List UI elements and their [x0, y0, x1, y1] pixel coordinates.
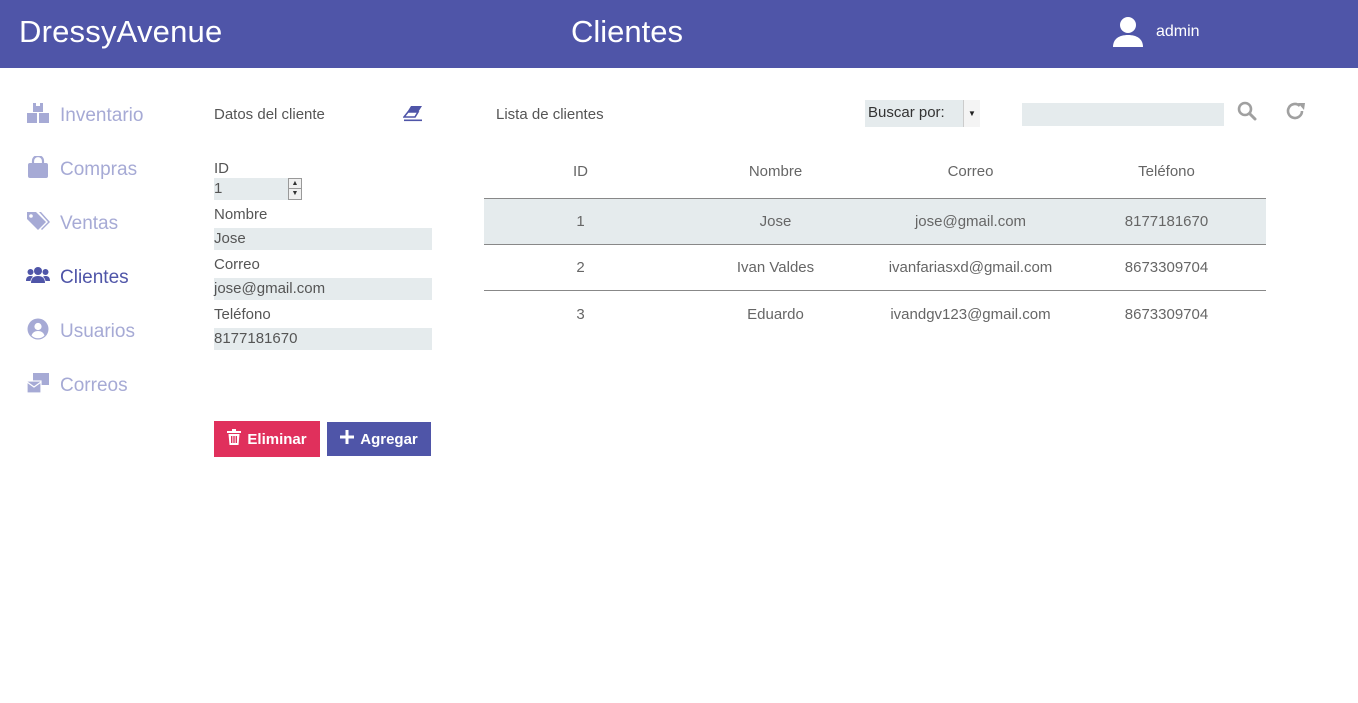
mail-bulk-icon [26, 372, 50, 400]
cell-telefono: 8673309704 [1124, 259, 1209, 276]
users-icon [26, 264, 50, 292]
telefono-field[interactable]: 8177181670 [214, 328, 432, 350]
sidebar-item-label: Usuarios [60, 321, 135, 342]
client-form: Datos del cliente ID 1 ▲ ▼ Nombre Jose C… [214, 100, 434, 350]
user-name: admin [1156, 23, 1200, 40]
list-title: Lista de clientes [496, 106, 604, 123]
cell-telefono: 8673309704 [1124, 305, 1209, 323]
tags-icon [26, 210, 50, 238]
cell-correo: jose@gmail.com [914, 213, 1027, 230]
cell-correo: ivanfariasxd@gmail.com [888, 259, 1053, 276]
user-icon [1112, 16, 1144, 48]
sidebar-item-label: Compras [60, 159, 138, 180]
correo-label: Correo [214, 256, 260, 273]
form-title: Datos del cliente [214, 106, 325, 123]
search-by-select[interactable]: Buscar por: ▼ [865, 100, 980, 127]
sidebar-item-label: Ventas [60, 213, 119, 234]
table-row[interactable]: 1 Jose jose@gmail.com 8177181670 [484, 199, 1266, 245]
sidebar-item-usuarios[interactable]: Usuarios [26, 305, 196, 359]
delete-button[interactable]: Eliminar [214, 421, 320, 457]
clients-table: ID Nombre Correo Teléfono 1 Jose jose@gm… [484, 145, 1266, 337]
column-header-id[interactable]: ID [484, 163, 677, 180]
cell-nombre: Ivan Valdes [736, 259, 815, 276]
sidebar-item-label: Clientes [60, 267, 129, 288]
correo-field[interactable]: jose@gmail.com [214, 278, 432, 300]
search-icon[interactable] [1237, 101, 1257, 126]
id-label: ID [214, 160, 229, 177]
sidebar-item-compras[interactable]: Compras [26, 143, 196, 197]
boxes-icon [26, 102, 50, 130]
refresh-icon[interactable] [1285, 101, 1307, 126]
cell-id: 1 [576, 213, 585, 230]
cell-nombre: Eduardo [747, 305, 804, 323]
table-header: ID Nombre Correo Teléfono [484, 145, 1266, 199]
add-label: Agregar [360, 430, 418, 448]
sidebar: Inventario Compras Ventas Clientes Usuar… [26, 89, 196, 413]
eraser-icon[interactable] [402, 104, 423, 127]
shopping-bag-icon [26, 154, 50, 184]
user-circle-icon [26, 318, 50, 346]
nombre-field[interactable]: Jose [214, 228, 432, 250]
stepper-down-icon[interactable]: ▼ [289, 189, 301, 199]
id-field[interactable]: 1 ▲ ▼ [214, 178, 302, 200]
telefono-label: Teléfono [214, 306, 271, 323]
cell-id: 2 [576, 259, 585, 276]
sidebar-item-ventas[interactable]: Ventas [26, 197, 196, 251]
column-header-nombre[interactable]: Nombre [677, 163, 874, 180]
app-header: DressyAvenue Clientes admin [0, 0, 1358, 68]
table-row[interactable]: 2 Ivan Valdes ivanfariasxd@gmail.com 867… [484, 245, 1266, 291]
search-input[interactable] [1022, 103, 1224, 126]
nombre-label: Nombre [214, 206, 268, 223]
sidebar-item-clientes[interactable]: Clientes [26, 251, 196, 305]
search-by-value: Buscar por: [868, 104, 945, 121]
user-menu[interactable]: admin [1112, 16, 1200, 48]
sidebar-item-label: Correos [60, 375, 128, 396]
column-header-telefono[interactable]: Teléfono [1067, 163, 1266, 180]
page-title: Clientes [571, 14, 683, 49]
stepper-up-icon[interactable]: ▲ [289, 179, 301, 189]
cell-id: 3 [576, 305, 585, 323]
dropdown-arrow-icon: ▼ [963, 100, 980, 127]
id-value: 1 [214, 180, 223, 197]
cell-telefono: 8177181670 [1124, 213, 1209, 230]
sidebar-item-inventario[interactable]: Inventario [26, 89, 196, 143]
trash-icon [227, 429, 242, 449]
cell-correo: ivandgv123@gmail.com [890, 305, 1051, 323]
sidebar-item-label: Inventario [60, 105, 144, 126]
sidebar-item-correos[interactable]: Correos [26, 359, 196, 413]
delete-label: Eliminar [247, 430, 307, 448]
brand-logo[interactable]: DressyAvenue [19, 14, 222, 50]
id-stepper[interactable]: ▲ ▼ [288, 178, 302, 200]
plus-icon [340, 430, 355, 448]
cell-nombre: Jose [759, 213, 792, 230]
table-row[interactable]: 3 Eduardo ivandgv123@gmail.com 867330970… [484, 291, 1266, 337]
column-header-correo[interactable]: Correo [874, 163, 1067, 180]
add-button[interactable]: Agregar [327, 422, 431, 456]
